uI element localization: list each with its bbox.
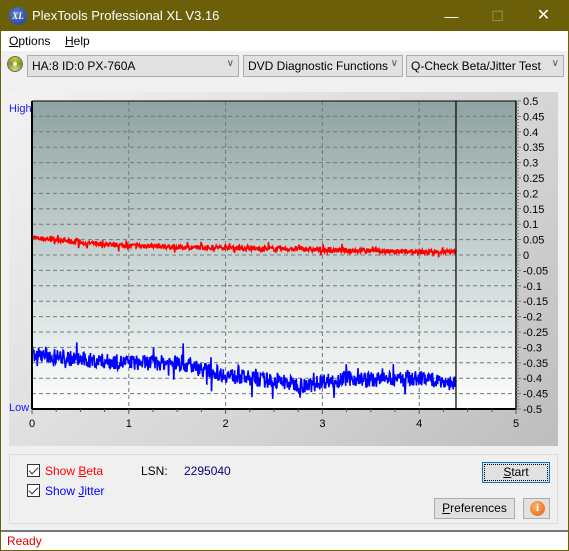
function-select-value: DVD Diagnostic Functions	[248, 59, 389, 73]
minimize-button[interactable]: —	[429, 1, 474, 31]
y-tick-label: 0.35	[523, 142, 544, 154]
y-tick-label: 0.05	[523, 235, 544, 247]
y-tick-label: -0.45	[523, 389, 548, 401]
chevron-down-icon: ∨	[226, 58, 234, 69]
status-bar: Ready	[1, 530, 568, 550]
chevron-down-icon: ∨	[551, 58, 559, 69]
x-tick-label: 2	[223, 418, 229, 430]
y-tick-label: 0.15	[523, 204, 544, 216]
function-select[interactable]: DVD Diagnostic Functions ∨	[243, 55, 403, 77]
test-select-value: Q-Check Beta/Jitter Test	[411, 59, 541, 73]
beta-jitter-chart: High Low 0.50.450.40.350.30.250.20.150.1…	[9, 96, 548, 430]
y-tick-label: 0.25	[523, 173, 544, 185]
y-tick-label: -0.25	[523, 327, 548, 339]
close-button[interactable]: ✕	[521, 1, 566, 31]
x-tick-label: 0	[29, 418, 35, 430]
y-tick-label: 0	[523, 250, 529, 262]
chevron-down-icon: ∨	[390, 58, 398, 69]
show-beta-pre: Show	[45, 464, 79, 478]
preferences-mnemonic: P	[442, 501, 451, 515]
high-label: High	[9, 103, 32, 115]
app-logo-icon: XL	[9, 7, 27, 25]
y-tick-label: 0.4	[523, 127, 538, 139]
show-jitter-post: itter	[84, 484, 105, 498]
y-tick-label: -0.2	[523, 312, 542, 324]
y-tick-label: -0.4	[523, 373, 542, 385]
disc-drive-icon	[7, 56, 23, 72]
chart-panel: High Low 0.5 0.45 0.4 0.35 0.3 0.25 0.2 0.15 0.1…	[9, 92, 558, 446]
x-tick-label: 1	[126, 418, 132, 430]
y-tick-label: 0.3	[523, 158, 538, 170]
drive-select[interactable]: HA:8 ID:0 PX-760A ∨	[27, 55, 239, 77]
y-tick-label: -0.3	[523, 342, 542, 354]
x-tick-label: 5	[513, 418, 519, 430]
preferences-rest: references	[450, 501, 507, 515]
window-title: PlexTools Professional XL V3.16	[32, 8, 220, 23]
y-tick-label: -0.35	[523, 358, 548, 370]
menu-options[interactable]: Options	[9, 34, 50, 48]
maximize-button[interactable]: ☐	[475, 1, 520, 31]
lsn-label: LSN:	[141, 464, 168, 478]
show-beta-post: eta	[86, 464, 104, 478]
menu-help[interactable]: Help	[65, 34, 90, 48]
y-tick-label: -0.05	[523, 265, 548, 277]
y-tick-label: -0.15	[523, 296, 548, 308]
y-tick-label: -0.5	[523, 404, 542, 416]
show-jitter-pre: Show	[45, 484, 79, 498]
y-axis-ticks: 0.5 0.45 0.4 0.35 0.3 0.25 0.2 0.15 0.1 0.05 0 -0.0…	[516, 96, 548, 416]
menu-options-mnemonic: O	[9, 34, 19, 48]
start-button[interactable]: Start	[482, 462, 550, 483]
y-tick-label: 0.2	[523, 188, 538, 200]
y-tick-label: 0.1	[523, 219, 538, 231]
menu-options-rest: ptions	[18, 34, 51, 48]
menu-help-mnemonic: H	[65, 34, 74, 48]
menu-help-rest: elp	[73, 34, 90, 48]
preferences-button[interactable]: Preferences	[434, 498, 515, 519]
drive-select-value: HA:8 ID:0 PX-760A	[32, 59, 136, 73]
show-jitter-label[interactable]: Show Jitter	[45, 484, 104, 498]
menu-bar: Options Help	[1, 31, 568, 51]
info-icon: i	[530, 501, 545, 516]
low-label: Low	[9, 402, 29, 414]
x-tick-label: 3	[319, 418, 325, 430]
info-button[interactable]: i	[523, 498, 550, 519]
y-tick-label: 0.5	[523, 96, 538, 108]
test-select[interactable]: Q-Check Beta/Jitter Test ∨	[406, 55, 564, 77]
x-axis-ticks: 0 1 2 3 4 5	[29, 409, 519, 430]
lsn-value: 2295040	[184, 464, 231, 478]
show-beta-label[interactable]: Show Beta	[45, 464, 103, 478]
x-tick-label: 4	[416, 418, 422, 430]
y-tick-label: -0.1	[523, 281, 542, 293]
y-tick-label: 0.45	[523, 111, 544, 123]
start-rest: tart	[511, 465, 529, 479]
status-text: Ready	[7, 534, 42, 548]
title-bar[interactable]: XL PlexTools Professional XL V3.16 — ☐ ✕	[1, 1, 568, 31]
show-beta-checkbox[interactable]	[27, 464, 40, 477]
show-jitter-checkbox[interactable]	[27, 484, 40, 497]
app-window: XL PlexTools Professional XL V3.16 — ☐ ✕…	[0, 0, 569, 551]
